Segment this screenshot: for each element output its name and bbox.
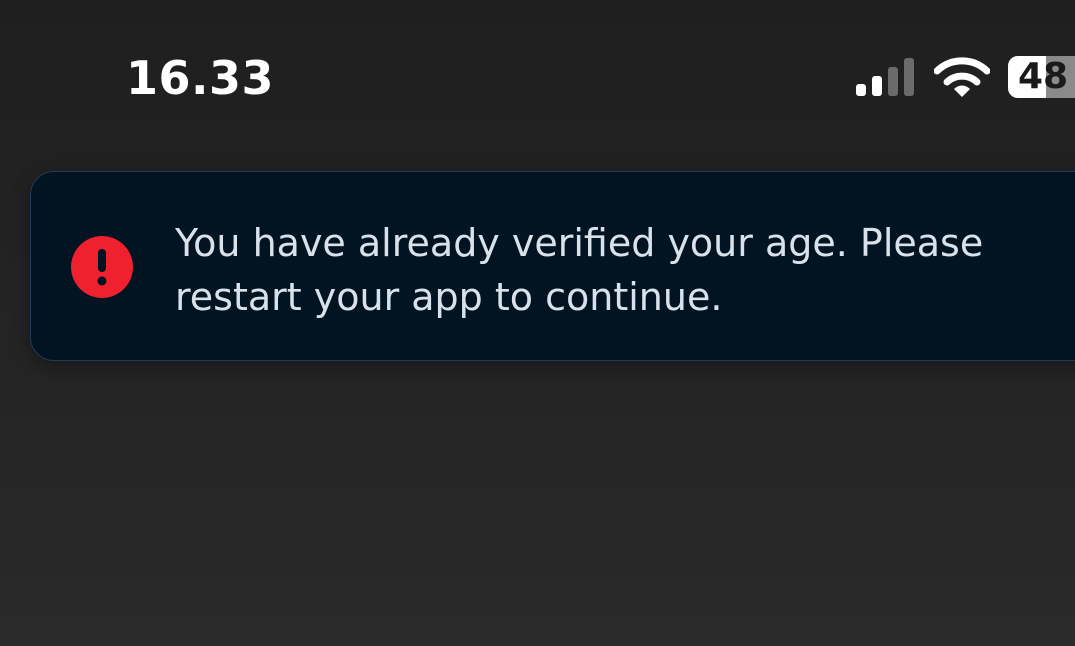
status-time: 16.33 xyxy=(126,51,275,105)
signal-bar-2 xyxy=(872,76,882,96)
toast-message: You have already verified your age. Plea… xyxy=(175,221,984,319)
cellular-signal-icon xyxy=(856,58,914,96)
wifi-icon xyxy=(934,57,990,97)
signal-bar-4 xyxy=(904,58,914,96)
battery-icon: 48 xyxy=(1008,56,1075,98)
signal-bar-1 xyxy=(856,84,866,96)
error-toast: You have already verified your age. Plea… xyxy=(30,171,1075,361)
status-bar: 16.33 48 xyxy=(0,0,1075,150)
signal-bar-3 xyxy=(888,67,898,96)
battery-level-text: 48 xyxy=(1018,56,1069,97)
exclamation-circle-icon xyxy=(71,236,133,298)
